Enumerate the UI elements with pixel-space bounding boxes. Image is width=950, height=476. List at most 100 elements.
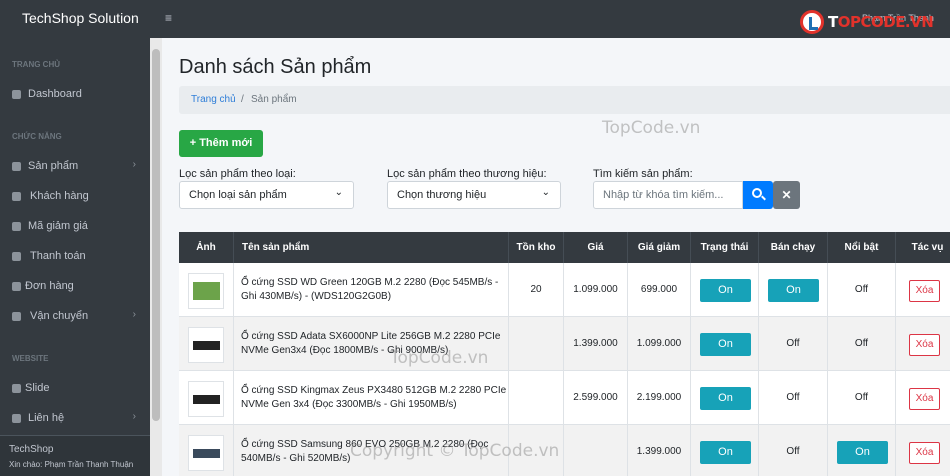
topcode-logo: TOPCODE.VN bbox=[800, 8, 948, 36]
truck-icon bbox=[12, 312, 21, 321]
search-input[interactable]: Nhập từ khóa tìm kiếm... bbox=[593, 181, 743, 209]
chevron-right-icon: › bbox=[132, 411, 136, 422]
bestseller-toggle-button[interactable]: On bbox=[768, 279, 819, 302]
featured-toggle[interactable]: Off bbox=[828, 317, 896, 371]
page-title: Danh sách Sản phẩm bbox=[179, 56, 372, 78]
brand-filter-label: Lọc sản phẩm theo thương hiệu: bbox=[387, 168, 547, 180]
sidebar-header-functions: CHỨC NĂNG bbox=[12, 132, 62, 141]
sidebar-item-dashboard[interactable]: Dashboard bbox=[0, 82, 150, 108]
product-price: 1.099.000 bbox=[564, 263, 628, 317]
dashboard-icon bbox=[12, 90, 21, 99]
top-navbar: TechShop Solution ≡ Phạm Trần Thanh TOPC… bbox=[0, 0, 950, 38]
money-icon bbox=[12, 252, 21, 261]
users-icon bbox=[12, 192, 21, 201]
table-row: Ổ cứng SSD Adata SX6000NP Lite 256GB M.2… bbox=[179, 317, 950, 371]
sidebar-item-slide[interactable]: Slide bbox=[0, 376, 150, 402]
sidebar: TRANG CHỦ Dashboard CHỨC NĂNG Sản phẩm › … bbox=[0, 38, 150, 476]
col-header-name: Tên sản phẩm bbox=[234, 232, 509, 263]
topcode-logo-text: TOPCODE.VN bbox=[828, 13, 934, 31]
sidebar-item-payments[interactable]: Thanh toán bbox=[0, 244, 150, 270]
brand-name[interactable]: TechShop Solution bbox=[22, 10, 139, 26]
status-toggle-button[interactable]: On bbox=[700, 279, 751, 302]
col-header-featured: Nổi bật bbox=[828, 232, 896, 263]
delete-button[interactable]: Xóa bbox=[909, 442, 940, 464]
sidebar-header-website: WEBSITE bbox=[12, 354, 49, 363]
file-icon bbox=[12, 384, 21, 393]
search-icon bbox=[752, 188, 762, 198]
chevron-down-icon: ⌄ bbox=[541, 187, 550, 198]
sidebar-item-shipping[interactable]: Vận chuyển › bbox=[0, 304, 150, 330]
category-filter-label: Lọc sản phẩm theo loại: bbox=[179, 168, 296, 180]
chevron-down-icon: ⌄ bbox=[334, 187, 343, 198]
product-name: Ổ cứng SSD WD Green 120GB M.2 2280 (Đọc … bbox=[241, 277, 499, 302]
col-header-actions: Tác vụ bbox=[911, 242, 944, 253]
watermark: TopCode.vn bbox=[390, 348, 489, 368]
sidebar-user-panel: TechShop Xin chào: Phạm Trần Thanh Thuận bbox=[0, 435, 150, 476]
sidebar-greeting: Xin chào: Phạm Trần Thanh Thuận bbox=[9, 460, 134, 469]
bestseller-toggle[interactable]: Off bbox=[759, 317, 828, 371]
product-image-cell bbox=[179, 425, 234, 476]
delete-button[interactable]: Xóa bbox=[909, 280, 940, 302]
delete-button[interactable]: Xóa bbox=[909, 334, 940, 356]
add-product-button[interactable]: + Thêm mới bbox=[179, 130, 263, 157]
brand-filter-select[interactable]: Chọn thương hiệu ⌄ bbox=[387, 181, 561, 209]
product-price bbox=[564, 425, 628, 476]
col-header-status: Trạng thái bbox=[691, 232, 759, 263]
breadcrumb-separator: / bbox=[241, 94, 244, 105]
breadcrumb-current: Sản phẩm bbox=[251, 94, 297, 105]
ticket-icon bbox=[12, 222, 21, 231]
table-header: Ảnh Tên sản phẩm Tồn kho Giá Giá giảm Tr… bbox=[179, 232, 950, 263]
sidebar-scrollbar-thumb[interactable] bbox=[152, 49, 160, 421]
featured-toggle[interactable]: Off bbox=[828, 263, 896, 317]
product-image-cell bbox=[179, 371, 234, 425]
watermark: Copyright © TopCode.vn bbox=[350, 441, 560, 461]
product-stock: 20 bbox=[509, 263, 564, 317]
sidebar-item-customers[interactable]: Khách hàng bbox=[0, 184, 150, 210]
product-price: 1.399.000 bbox=[564, 317, 628, 371]
search-button[interactable] bbox=[743, 181, 773, 209]
col-header-bestseller: Bán chạy bbox=[759, 232, 828, 263]
category-filter-select[interactable]: Chọn loại sản phẩm ⌄ bbox=[179, 181, 354, 209]
chevron-right-icon: › bbox=[132, 159, 136, 170]
bestseller-toggle[interactable]: Off bbox=[759, 371, 828, 425]
product-stock bbox=[509, 371, 564, 425]
product-image[interactable] bbox=[188, 273, 224, 309]
product-image[interactable] bbox=[188, 381, 224, 417]
watermark: TopCode.vn bbox=[602, 118, 701, 138]
sidebar-item-products[interactable]: Sản phẩm › bbox=[0, 154, 150, 180]
main-content: Danh sách Sản phẩm Trang chủ / Sản phẩm … bbox=[162, 38, 950, 476]
featured-toggle-button[interactable]: On bbox=[837, 441, 888, 464]
product-sale-price: 1.099.000 bbox=[628, 317, 691, 371]
status-toggle-button[interactable]: On bbox=[700, 387, 751, 410]
status-toggle-button[interactable]: On bbox=[700, 441, 751, 464]
product-sale-price: 699.000 bbox=[628, 263, 691, 317]
phone-icon bbox=[12, 414, 21, 423]
delete-button[interactable]: Xóa bbox=[909, 388, 940, 410]
product-image-cell bbox=[179, 263, 234, 317]
product-stock bbox=[509, 317, 564, 371]
topcode-logo-icon bbox=[800, 10, 824, 34]
sidebar-header-home: TRANG CHỦ bbox=[12, 60, 60, 69]
file-icon bbox=[12, 282, 21, 291]
col-header-price: Giá bbox=[564, 232, 628, 263]
product-sale-price: 2.199.000 bbox=[628, 371, 691, 425]
chevron-right-icon: › bbox=[132, 309, 136, 320]
sidebar-item-contact[interactable]: Liên hệ › bbox=[0, 406, 150, 432]
col-header-stock: Tồn kho bbox=[509, 232, 564, 263]
table-row: Ổ cứng SSD WD Green 120GB M.2 2280 (Đọc … bbox=[179, 263, 950, 317]
featured-toggle[interactable]: Off bbox=[828, 371, 896, 425]
product-image[interactable] bbox=[188, 435, 224, 471]
product-sale-price: 1.399.000 bbox=[628, 425, 691, 476]
breadcrumb: Trang chủ / Sản phẩm bbox=[179, 86, 950, 114]
menu-toggle-icon[interactable]: ≡ bbox=[165, 11, 172, 25]
product-image[interactable] bbox=[188, 327, 224, 363]
sidebar-footer-title: TechShop bbox=[9, 444, 54, 455]
bestseller-toggle[interactable]: Off bbox=[759, 425, 828, 476]
breadcrumb-home-link[interactable]: Trang chủ bbox=[191, 94, 236, 105]
clear-search-button[interactable]: ✕ bbox=[773, 181, 800, 209]
sidebar-item-coupons[interactable]: Mã giảm giá bbox=[0, 214, 150, 240]
table-row: Ổ cứng SSD Samsung 860 EVO 250GB M.2 228… bbox=[179, 425, 950, 476]
product-name: Ổ cứng SSD Kingmax Zeus PX3480 512GB M.2… bbox=[241, 385, 507, 410]
sidebar-item-orders[interactable]: Đơn hàng bbox=[0, 274, 150, 300]
status-toggle-button[interactable]: On bbox=[700, 333, 751, 356]
